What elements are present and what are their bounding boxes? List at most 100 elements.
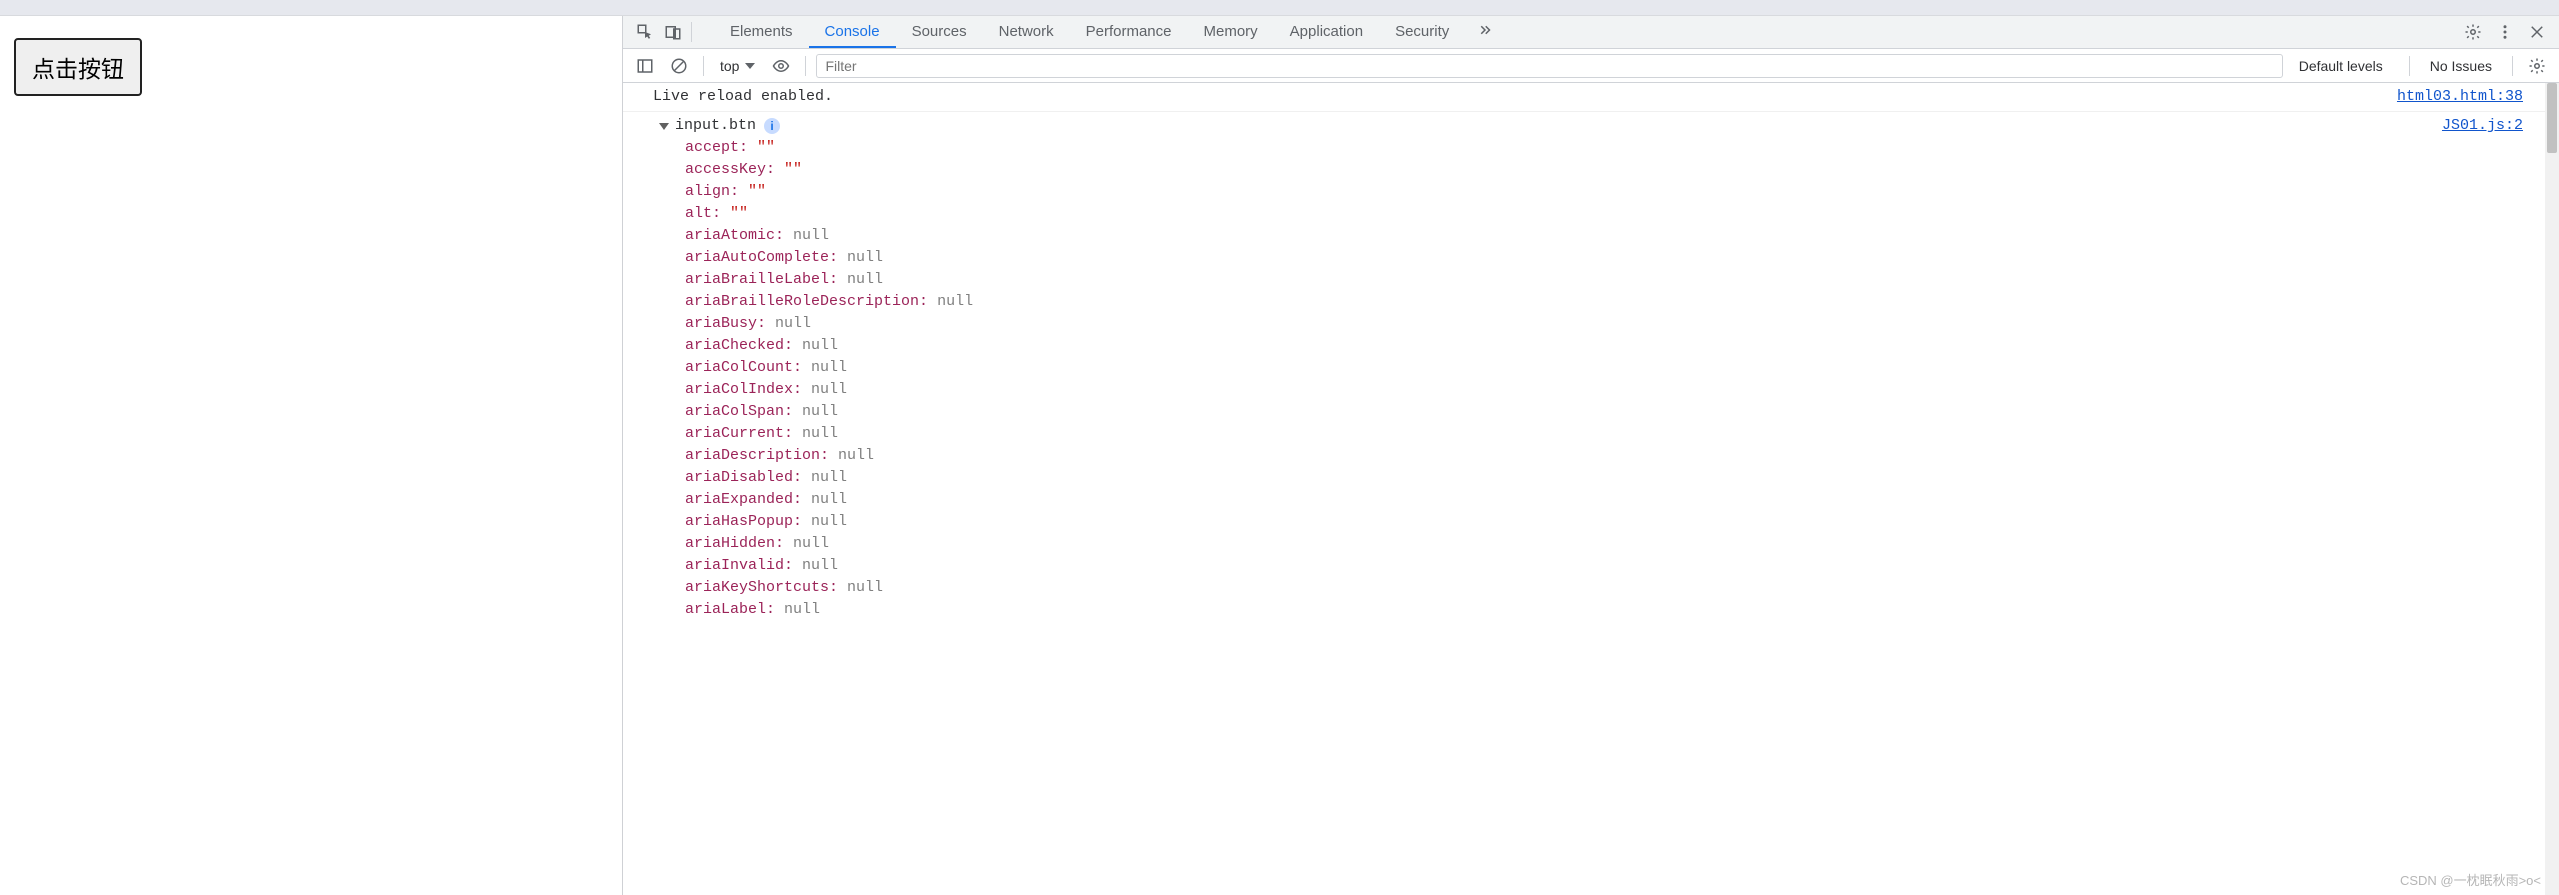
property-key: ariaBusy: [685, 315, 766, 332]
property-key: accessKey: [685, 161, 775, 178]
tab-security[interactable]: Security [1379, 16, 1465, 48]
property-key: accept: [685, 139, 748, 156]
page-viewport: 点击按钮 [0, 16, 623, 895]
console-filter-input[interactable] [816, 54, 2282, 78]
property-key: alt: [685, 205, 721, 222]
scrollbar-thumb[interactable] [2547, 83, 2557, 153]
property-key: ariaDescription: [685, 447, 829, 464]
devtools-tabs: Elements Console Sources Network Perform… [714, 16, 1499, 48]
property-key: ariaLabel: [685, 601, 775, 618]
tab-network[interactable]: Network [983, 16, 1070, 48]
settings-gear-icon[interactable] [2459, 18, 2487, 46]
log-source-link[interactable]: html03.html:38 [2397, 86, 2545, 108]
property-value: "" [730, 205, 748, 222]
issues-indicator[interactable]: No Issues [2420, 58, 2502, 74]
property-row: ariaAutoComplete: null [685, 247, 2442, 269]
property-key: align: [685, 183, 739, 200]
property-row: ariaAtomic: null [685, 225, 2442, 247]
tab-console[interactable]: Console [809, 16, 896, 48]
property-value: null [793, 535, 829, 552]
property-row: ariaExpanded: null [685, 489, 2442, 511]
property-key: ariaColCount: [685, 359, 802, 376]
property-row: ariaInvalid: null [685, 555, 2442, 577]
property-row: ariaDescription: null [685, 445, 2442, 467]
property-row: align: "" [685, 181, 2442, 203]
property-value: null [811, 469, 847, 486]
tab-elements[interactable]: Elements [714, 16, 809, 48]
property-row: accessKey: "" [685, 159, 2442, 181]
devtools-tabbar: Elements Console Sources Network Perform… [623, 16, 2559, 49]
console-output: Live reload enabled. html03.html:38 inpu… [623, 83, 2559, 895]
kebab-menu-icon[interactable] [2491, 18, 2519, 46]
tab-performance[interactable]: Performance [1070, 16, 1188, 48]
inspect-element-icon[interactable] [631, 18, 659, 46]
log-message: Live reload enabled. [623, 86, 2397, 108]
tab-sources[interactable]: Sources [896, 16, 983, 48]
property-row: ariaChecked: null [685, 335, 2442, 357]
property-row: ariaKeyShortcuts: null [685, 577, 2442, 599]
property-value: null [802, 425, 838, 442]
separator [2409, 56, 2410, 76]
property-value: null [811, 359, 847, 376]
property-value: null [847, 249, 883, 266]
property-key: ariaCurrent: [685, 425, 793, 442]
device-toolbar-icon[interactable] [659, 18, 687, 46]
object-block: input.btn i accept: ""accessKey: ""align… [623, 115, 2442, 621]
close-devtools-icon[interactable] [2523, 18, 2551, 46]
property-value: null [811, 381, 847, 398]
execution-context-select[interactable]: top [714, 56, 761, 76]
separator [2512, 56, 2513, 76]
toggle-sidebar-icon[interactable] [631, 52, 659, 80]
tab-memory[interactable]: Memory [1188, 16, 1274, 48]
tab-application[interactable]: Application [1274, 16, 1379, 48]
property-key: ariaKeyShortcuts: [685, 579, 838, 596]
main-area: 点击按钮 Elements Console Sources Network Pe… [0, 16, 2559, 895]
console-toolbar: top Default levels No Issues [623, 49, 2559, 83]
property-key: ariaBrailleRoleDescription: [685, 293, 928, 310]
property-key: ariaHasPopup: [685, 513, 802, 530]
property-value: "" [757, 139, 775, 156]
property-row: ariaBusy: null [685, 313, 2442, 335]
property-value: "" [748, 183, 766, 200]
object-header[interactable]: input.btn i [659, 115, 2442, 137]
scrollbar-track[interactable] [2545, 83, 2559, 895]
property-value: "" [784, 161, 802, 178]
clear-console-icon[interactable] [665, 52, 693, 80]
property-row: alt: "" [685, 203, 2442, 225]
property-value: null [784, 601, 820, 618]
levels-label: Default levels [2299, 58, 2383, 74]
expand-triangle-icon [659, 123, 669, 130]
property-key: ariaChecked: [685, 337, 793, 354]
devtools-tabbar-right [2459, 18, 2559, 46]
devtools-panel: Elements Console Sources Network Perform… [623, 16, 2559, 895]
property-row: ariaHasPopup: null [685, 511, 2442, 533]
property-key: ariaBrailleLabel: [685, 271, 838, 288]
context-label: top [720, 58, 739, 74]
property-value: null [811, 513, 847, 530]
property-value: null [847, 579, 883, 596]
separator [805, 56, 806, 76]
property-row: ariaBrailleRoleDescription: null [685, 291, 2442, 313]
separator [691, 22, 692, 42]
property-value: null [937, 293, 973, 310]
property-row: ariaHidden: null [685, 533, 2442, 555]
property-row: accept: "" [685, 137, 2442, 159]
log-source-link[interactable]: JS01.js:2 [2442, 115, 2545, 137]
live-expression-eye-icon[interactable] [767, 52, 795, 80]
property-key: ariaColIndex: [685, 381, 802, 398]
property-value: null [802, 337, 838, 354]
watermark: CSDN @一枕眠秋雨>o< [2400, 870, 2541, 889]
property-key: ariaExpanded: [685, 491, 802, 508]
more-tabs-icon[interactable] [1471, 16, 1499, 44]
property-value: null [775, 315, 811, 332]
property-value: null [838, 447, 874, 464]
log-levels-select[interactable]: Default levels [2289, 58, 2399, 74]
info-badge-icon[interactable]: i [764, 118, 780, 134]
property-row: ariaCurrent: null [685, 423, 2442, 445]
separator [703, 56, 704, 76]
console-log-row: Live reload enabled. html03.html:38 [623, 83, 2545, 112]
console-settings-gear-icon[interactable] [2523, 52, 2551, 80]
property-key: ariaDisabled: [685, 469, 802, 486]
page-click-button[interactable]: 点击按钮 [14, 38, 142, 96]
property-value: null [802, 403, 838, 420]
